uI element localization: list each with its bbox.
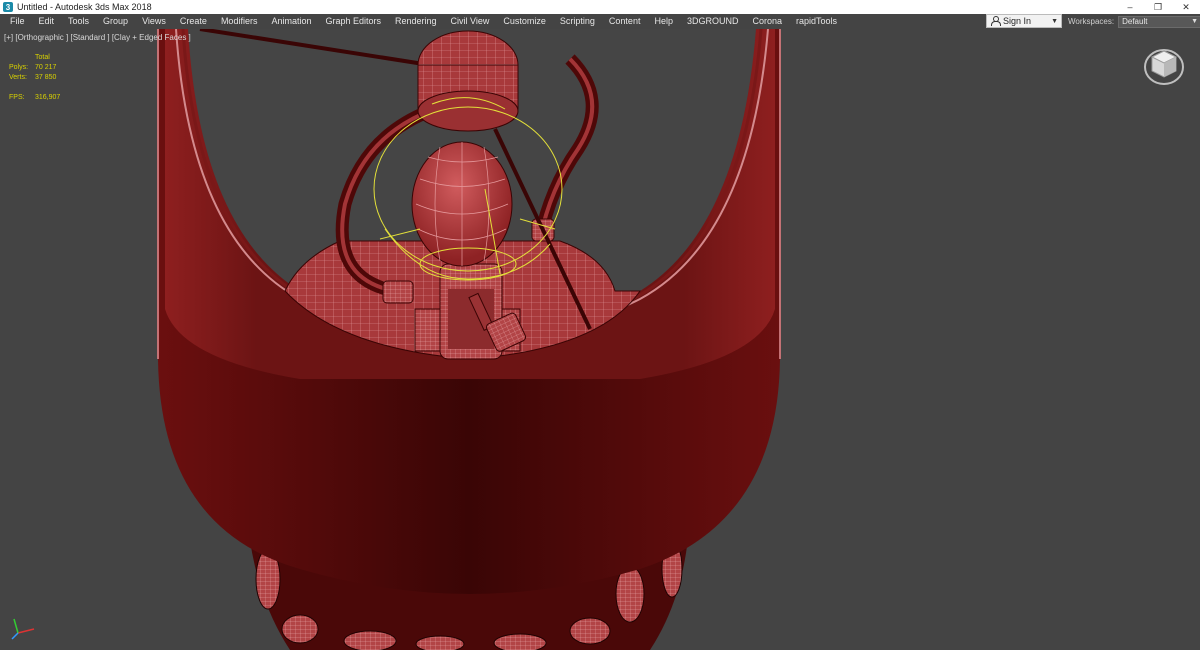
viewcube-icon[interactable]: [1142, 43, 1186, 87]
menu-item-animation[interactable]: Animation: [264, 14, 318, 29]
menu-items: File Edit Tools Group Views Create Modifiers An…: [0, 14, 844, 29]
chevron-down-icon: ▼: [1051, 18, 1058, 25]
menu-item-content[interactable]: Content: [602, 14, 648, 29]
sign-in-label: Sign In: [1003, 16, 1032, 26]
menu-bar: File Edit Tools Group Views Create Modifiers An…: [0, 14, 1200, 29]
stats-fps-value: 316,907: [35, 94, 61, 101]
menu-item-3dground[interactable]: 3DGROUND: [680, 14, 746, 29]
viewport-label[interactable]: [+] [Orthographic ] [Standard ] [Clay + …: [4, 33, 191, 42]
menu-item-help[interactable]: Help: [647, 14, 680, 29]
menu-item-rapidtools[interactable]: rapidTools: [789, 14, 844, 29]
menu-item-create[interactable]: Create: [173, 14, 214, 29]
menu-item-scripting[interactable]: Scripting: [553, 14, 602, 29]
user-icon: [990, 16, 1001, 26]
title-bar: 3 Untitled - Autodesk 3ds Max 2018 – ❐ ✕: [0, 0, 1200, 14]
stats-verts-value: 37 850: [35, 74, 57, 81]
stats-polys-value: 70 217: [35, 64, 57, 71]
stats-fps-row: FPS: 316,907: [9, 93, 60, 103]
menu-item-edit[interactable]: Edit: [32, 14, 62, 29]
menu-item-file[interactable]: File: [3, 14, 32, 29]
menu-item-group[interactable]: Group: [96, 14, 135, 29]
menu-item-rendering[interactable]: Rendering: [388, 14, 444, 29]
stats-verts-row: Verts: 37 850: [9, 73, 60, 83]
stats-total-label: Total: [35, 54, 50, 61]
sign-in-dropdown[interactable]: Sign In ▼: [986, 14, 1062, 28]
stats-fps-label: FPS:: [9, 94, 25, 101]
stats-header: Total: [9, 53, 60, 63]
menu-item-graph-editors[interactable]: Graph Editors: [318, 14, 388, 29]
workspaces-dropdown[interactable]: Default ▼: [1118, 15, 1200, 28]
viewport-statistics: Total Polys: 70 217 Verts: 37 850 FPS: 316,…: [9, 53, 60, 103]
window-title: Untitled - Autodesk 3ds Max 2018: [17, 2, 152, 12]
menu-item-customize[interactable]: Customize: [496, 14, 553, 29]
window-controls: – ❐ ✕: [1116, 0, 1200, 14]
scene-render[interactable]: [0, 29, 1200, 650]
menu-item-tools[interactable]: Tools: [61, 14, 96, 29]
minimize-button[interactable]: –: [1116, 0, 1144, 14]
stats-verts-label: Verts:: [9, 74, 27, 81]
workspaces-selector: Workspaces: Default ▼: [1068, 14, 1200, 29]
chevron-down-icon: ▼: [1191, 17, 1199, 25]
axis-tripod-icon: [11, 618, 35, 640]
workspaces-value: Default: [1122, 16, 1148, 26]
restore-button[interactable]: ❐: [1144, 0, 1172, 14]
3dsmax-app-icon[interactable]: 3: [3, 2, 13, 12]
menu-item-corona[interactable]: Corona: [745, 14, 789, 29]
stats-polys-row: Polys: 70 217: [9, 63, 60, 73]
menu-item-views[interactable]: Views: [135, 14, 173, 29]
menu-item-modifiers[interactable]: Modifiers: [214, 14, 265, 29]
menu-item-civil-view[interactable]: Civil View: [444, 14, 497, 29]
close-button[interactable]: ✕: [1172, 0, 1200, 14]
stats-polys-label: Polys:: [9, 64, 29, 71]
perspective-viewport[interactable]: [+] [Orthographic ] [Standard ] [Clay + …: [0, 29, 1200, 650]
workspaces-label: Workspaces:: [1068, 17, 1115, 26]
